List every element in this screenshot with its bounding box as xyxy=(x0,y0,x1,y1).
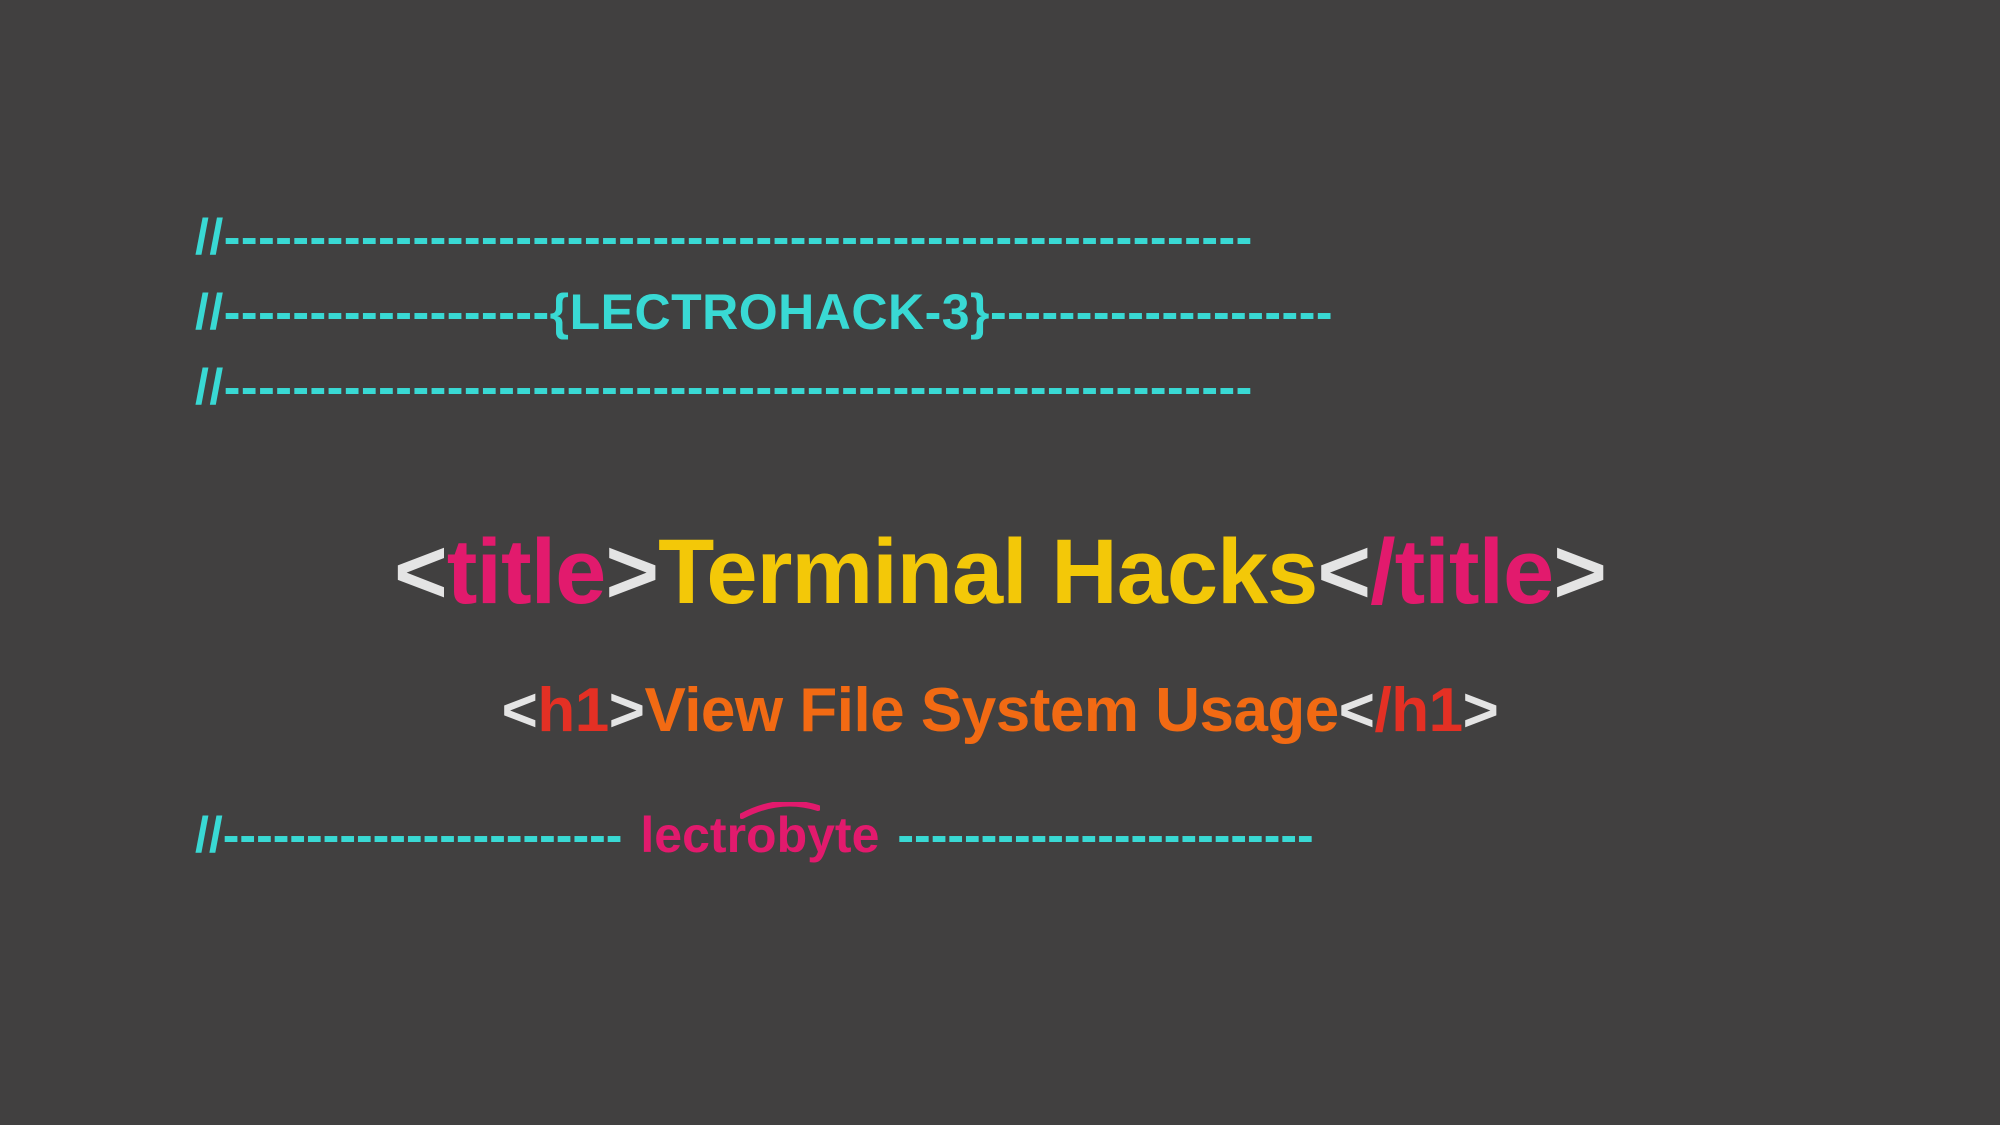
subtitle-close-close-angle: > xyxy=(1463,676,1499,745)
brand-text-left: lectr xyxy=(640,806,746,864)
brand-letter-o: o xyxy=(746,806,777,864)
title-open-angle: < xyxy=(394,521,447,623)
title-close-tag: /title xyxy=(1370,521,1553,623)
title-open-tag: title xyxy=(447,521,606,623)
subtitle-line: <h1>View File System Usage</h1> xyxy=(195,675,1805,746)
header-rule-label-pre: //------------------- xyxy=(195,284,550,340)
brand-logo: lectrobyte xyxy=(640,806,879,864)
brand-text-right: byte xyxy=(777,806,880,864)
header-rule-bottom: //--------------------------------------… xyxy=(195,350,1805,425)
header-rule-label: //-------------------{LECTROHACK-3}-----… xyxy=(195,275,1805,350)
header-rule-label-post: -------------------- xyxy=(990,284,1333,340)
subtitle-open-tag: h1 xyxy=(537,676,608,745)
subtitle-close-angle: < xyxy=(1339,676,1375,745)
header-rule-top: //--------------------------------------… xyxy=(195,200,1805,275)
title-close-close-angle: > xyxy=(1553,521,1606,623)
title-open-close-angle: > xyxy=(605,521,658,623)
title-text: Terminal Hacks xyxy=(658,521,1317,623)
footer-rule-pre: //------------------------ xyxy=(195,806,622,864)
title-close-angle: < xyxy=(1317,521,1370,623)
subtitle-open-angle: < xyxy=(502,676,538,745)
slide-content: //--------------------------------------… xyxy=(195,200,1805,864)
subtitle-open-close-angle: > xyxy=(609,676,645,745)
subtitle-close-tag: /h1 xyxy=(1375,676,1463,745)
slide: //--------------------------------------… xyxy=(0,0,2000,1125)
footer-rule: //------------------------ lectrobyte --… xyxy=(195,806,1805,864)
footer-rule-post: ------------------------- xyxy=(897,806,1313,864)
subtitle-text: View File System Usage xyxy=(644,676,1338,745)
brand-letter-o-glyph: o xyxy=(746,807,777,863)
title-line: <title>Terminal Hacks</title> xyxy=(195,520,1805,625)
header-rule-label-text: {LECTROHACK-3} xyxy=(550,284,990,340)
